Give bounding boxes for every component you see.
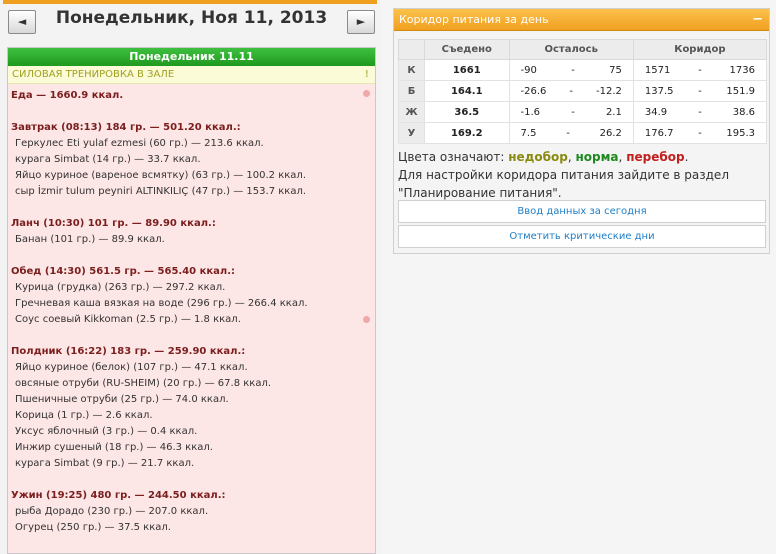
- row-label: Б: [398, 80, 425, 102]
- meal-header[interactable]: Ужин (19:25) 480 гр. — 244.50 ккал.:: [11, 488, 372, 504]
- meal-header[interactable]: Обед (14:30) 561.5 гр. — 565.40 ккал.:: [11, 264, 372, 280]
- table-row: У 169.2 7.5-26.2 176.7-195.3: [398, 122, 768, 144]
- table-row: Ж 36.5 -1.6-2.1 34.9-38.6: [398, 101, 768, 123]
- col-header-corridor: Коридор: [632, 39, 768, 60]
- remaining-range: -26.6- -12.2: [508, 80, 634, 102]
- day-header: Понедельник 11.11: [8, 48, 375, 66]
- corridor-min: 176.7: [644, 127, 674, 139]
- corridor-max: 195.3: [726, 127, 755, 139]
- remaining-range: 7.5-26.2: [508, 122, 634, 144]
- color-legend: Цвета означают: недобор, норма, перебор.…: [398, 148, 767, 202]
- meal-item[interactable]: Пшеничные отруби (25 гр.) — 74.0 ккал.: [11, 392, 372, 408]
- remaining-max: 26.2: [599, 127, 622, 139]
- table-row: К 1661 -90-75 1571-1736: [398, 59, 768, 81]
- remaining-max: -12.2: [595, 85, 622, 97]
- remaining-range: -90-75: [508, 59, 634, 81]
- meal-item[interactable]: Уксус яблочный (3 гр.) — 0.4 ккал.: [11, 424, 372, 440]
- meal-header[interactable]: Полдник (16:22) 183 гр. — 259.90 ккал.:: [11, 344, 372, 360]
- warning-icon: !: [364, 69, 369, 80]
- meal-item[interactable]: сыр İzmir tulum peyniri ALTINKILIÇ (47 г…: [11, 184, 372, 200]
- eaten-value: 36.5: [424, 101, 510, 123]
- meal-item[interactable]: Геркулес Eti yulaf ezmesi (60 гр.) — 213…: [11, 136, 372, 152]
- day-entries-box: Понедельник 11.11 СИЛОВАЯ ТРЕНИРОВКА В З…: [7, 47, 376, 554]
- enter-today-button[interactable]: Ввод данных за сегодня: [398, 200, 766, 223]
- meal-header[interactable]: Завтрак (08:13) 184 гр. — 501.20 ккал.:: [11, 120, 372, 136]
- eaten-value: 169.2: [424, 122, 510, 144]
- corridor-max: 151.9: [726, 85, 755, 97]
- meal-item[interactable]: Банан (101 гр.) — 89.9 ккал.: [11, 232, 372, 248]
- meal-item[interactable]: Яйцо куриное (вареное всмятку) (63 гр.) …: [11, 168, 372, 184]
- remaining-range: -1.6-2.1: [508, 101, 634, 123]
- meal-item[interactable]: Гречневая каша вязкая на воде (296 гр.) …: [11, 296, 372, 312]
- next-day-button[interactable]: ►: [347, 10, 375, 34]
- legend-norm: норма: [575, 150, 619, 164]
- table-row: Б 164.1 -26.6- -12.2 137.5-151.9: [398, 80, 768, 102]
- corridor-max: 1736: [729, 64, 755, 76]
- meal-item[interactable]: Инжир сушеный (18 гр.) — 46.3 ккал.: [11, 440, 372, 456]
- corridor-panel: Коридор питания за день − Съедено Остало…: [393, 8, 770, 254]
- meal-item[interactable]: Яйцо куриное (белок) (107 гр.) — 47.1 кк…: [11, 360, 372, 376]
- corridor-title: Коридор питания за день: [399, 13, 549, 26]
- eaten-value: 1661: [424, 59, 510, 81]
- collapse-icon[interactable]: −: [752, 9, 763, 31]
- corridor-max: 38.6: [732, 106, 755, 118]
- meal-item[interactable]: Корица (1 гр.) — 2.6 ккал.: [11, 408, 372, 424]
- top-accent-strip: [3, 0, 377, 4]
- remaining-min: -1.6: [520, 106, 541, 118]
- col-header-eaten: Съедено: [424, 39, 510, 60]
- meal-item[interactable]: Соус соевый Kikkoman (2.5 гр.) — 1.8 кка…: [11, 312, 372, 328]
- row-label: Ж: [398, 101, 425, 123]
- training-banner[interactable]: СИЛОВАЯ ТРЕНИРОВКА В ЗАЛЕ !: [8, 66, 375, 84]
- meals-list: Еда — 1660.9 ккал. Завтрак (08:13) 184 г…: [8, 84, 375, 553]
- corridor-range: 176.7-195.3: [632, 122, 768, 144]
- circle-icon[interactable]: [363, 316, 370, 323]
- legend-under: недобор: [508, 150, 568, 164]
- col-header-label: [398, 39, 425, 60]
- eaten-value: 164.1: [424, 80, 510, 102]
- remaining-max: 75: [609, 64, 622, 76]
- meal-item[interactable]: рыба Дорадо (230 гр.) — 207.0 ккал.: [11, 504, 372, 520]
- remaining-min: -90: [520, 64, 537, 76]
- meal-item[interactable]: курага Simbat (9 гр.) — 21.7 ккал.: [11, 456, 372, 472]
- meal-item[interactable]: курага Simbat (14 гр.) — 33.7 ккал.: [11, 152, 372, 168]
- corridor-header[interactable]: Коридор питания за день −: [394, 9, 769, 31]
- meal-item[interactable]: Огурец (250 гр.) — 37.5 ккал.: [11, 520, 372, 536]
- meal-header[interactable]: Ланч (10:30) 101 гр. — 89.90 ккал.:: [11, 216, 372, 232]
- corridor-min: 137.5: [644, 85, 674, 97]
- legend-prefix: Цвета означают:: [398, 150, 505, 164]
- corridor-range: 1571-1736: [632, 59, 768, 81]
- col-header-remaining: Осталось: [508, 39, 634, 60]
- circle-icon[interactable]: [363, 90, 370, 97]
- meal-item[interactable]: овсяные отруби (RU-SHEIM) (20 гр.) — 67.…: [11, 376, 372, 392]
- row-label: К: [398, 59, 425, 81]
- corridor-min: 34.9: [644, 106, 668, 118]
- meal-item[interactable]: Курица (грудка) (263 гр.) — 297.2 ккал.: [11, 280, 372, 296]
- remaining-min: 7.5: [520, 127, 537, 139]
- corridor-range: 34.9-38.6: [632, 101, 768, 123]
- corridor-table: Съедено Осталось Коридор К 1661 -90-75 1…: [398, 39, 768, 144]
- remaining-min: -26.6: [520, 85, 547, 97]
- arrow-right-icon: ►: [356, 15, 366, 28]
- row-label: У: [398, 122, 425, 144]
- page-title: Понедельник, Ноя 11, 2013: [55, 8, 328, 28]
- training-label: СИЛОВАЯ ТРЕНИРОВКА В ЗАЛЕ: [12, 69, 175, 80]
- legend-hint: Для настройки коридора питания зайдите в…: [398, 168, 729, 200]
- day-panel: ◄ Понедельник, Ноя 11, 2013 ► Понедельни…: [0, 0, 381, 554]
- day-total: Еда — 1660.9 ккал.: [11, 90, 124, 101]
- remaining-max: 2.1: [605, 106, 622, 118]
- corridor-range: 137.5-151.9: [632, 80, 768, 102]
- arrow-left-icon: ◄: [17, 15, 27, 28]
- legend-over: перебор: [626, 150, 685, 164]
- prev-day-button[interactable]: ◄: [8, 10, 36, 34]
- corridor-min: 1571: [644, 64, 671, 76]
- mark-critical-days-button[interactable]: Отметить критические дни: [398, 225, 766, 248]
